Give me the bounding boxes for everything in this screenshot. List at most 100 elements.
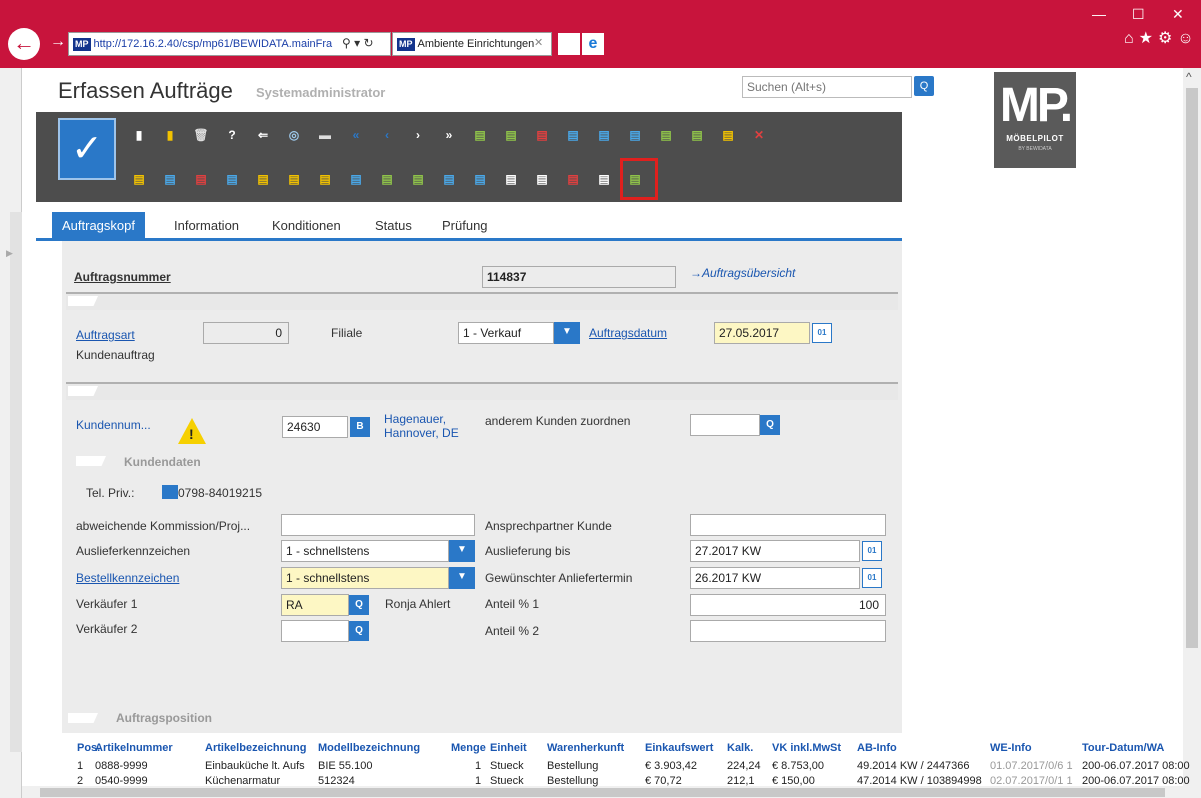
order-date-calendar-icon[interactable]: 01 (812, 323, 832, 343)
column-header[interactable]: AB-Info (857, 742, 897, 754)
search-button[interactable]: Q (914, 76, 934, 96)
column-header[interactable]: Artikelnummer (95, 742, 173, 754)
toolbar-row1-tool-19-icon[interactable]: ▤ (686, 124, 708, 146)
toolbar-row2-tool-14-icon[interactable]: ▤ (531, 168, 553, 190)
toolbar-row2-tool-12-icon[interactable]: ▤ (469, 168, 491, 190)
section-collapse-icon[interactable] (68, 296, 98, 306)
order-flag-select[interactable]: 1 - schnellstens (281, 567, 449, 589)
customer-number-field[interactable]: 24630 (282, 416, 348, 438)
column-header[interactable]: Menge (451, 742, 486, 754)
order-flag-label[interactable]: Bestellkennzeichen (76, 571, 179, 585)
column-header[interactable]: Artikelbezeichnung (205, 742, 306, 754)
toolbar-row2-tool-6-icon[interactable]: ▤ (283, 168, 305, 190)
toolbar-row2-tool-7-icon[interactable]: ▤ (314, 168, 336, 190)
tab-status[interactable]: Status (365, 212, 422, 240)
ie-icon[interactable]: e (582, 33, 604, 55)
toolbar-row1-tool-16-icon[interactable]: ▤ (593, 124, 615, 146)
customer-name[interactable]: Hagenauer, (384, 412, 446, 426)
toolbar-row2-tool-15-icon[interactable]: ▤ (562, 168, 584, 190)
share1-field[interactable]: 100 (690, 594, 886, 616)
search-dropdown-icon[interactable]: ⚲ ▾ ↻ (340, 36, 376, 50)
seller2-field[interactable] (281, 620, 349, 642)
positions-collapse-icon[interactable] (68, 713, 98, 723)
contact-field[interactable] (690, 514, 886, 536)
search-input[interactable] (742, 76, 912, 98)
branch-dropdown-icon[interactable]: ▼ (554, 322, 580, 344)
tab-information[interactable]: Information (164, 212, 249, 240)
desired-date-field[interactable]: 26.2017 KW (690, 567, 860, 589)
order-type-field[interactable]: 0 (203, 322, 289, 344)
customer-b-button[interactable]: B (350, 417, 370, 437)
maximize-icon[interactable]: ☐ (1132, 6, 1145, 23)
column-header[interactable]: Einheit (490, 742, 527, 754)
toolbar-row2-tool-13-icon[interactable]: ▤ (500, 168, 522, 190)
toolbar-row1-tool-7-icon[interactable]: ▬ (314, 124, 336, 146)
commission-field[interactable] (281, 514, 475, 536)
column-header[interactable]: Modellbezeichnung (318, 742, 420, 754)
column-header[interactable]: Einkaufswert (645, 742, 713, 754)
toolbar-row1-tool-15-icon[interactable]: ▤ (562, 124, 584, 146)
toolbar-row1-tool-10-icon[interactable]: › (407, 124, 429, 146)
branch-select[interactable]: 1 - Verkauf (458, 322, 554, 344)
toolbar-row1-tool-4-icon[interactable]: ? (221, 124, 243, 146)
order-date-label[interactable]: Auftragsdatum (589, 326, 667, 340)
side-panel-toggle[interactable] (10, 212, 22, 752)
new-tab-button[interactable] (558, 33, 580, 55)
toolbar-row1-tool-18-icon[interactable]: ▤ (655, 124, 677, 146)
toolbar-row2-tool-9-icon[interactable]: ▤ (376, 168, 398, 190)
seller2-search-button[interactable]: Q (349, 621, 369, 641)
toolbar-row2-tool-10-icon[interactable]: ▤ (407, 168, 429, 190)
toolbar-row1-tool-6-icon[interactable]: ◎ (283, 124, 305, 146)
back-button[interactable]: ← (8, 28, 40, 60)
toolbar-row1-tool-11-icon[interactable]: » (438, 124, 460, 146)
order-date-field[interactable]: 27.05.2017 (714, 322, 810, 344)
toolbar-row1-tool-3-icon[interactable]: 🗑 (190, 124, 212, 146)
hscroll-thumb[interactable] (40, 788, 1165, 797)
tab-close-icon[interactable]: ✕ (534, 36, 543, 49)
toolbar-row1-tool-17-icon[interactable]: ▤ (624, 124, 646, 146)
order-type-label[interactable]: Auftragsart (76, 328, 135, 342)
column-header[interactable]: Warenherkunft (547, 742, 624, 754)
toolbar-row2-tool-1-icon[interactable]: ▤ (128, 168, 150, 190)
seller1-search-button[interactable]: Q (349, 595, 369, 615)
toolbar-row1-tool-14-icon[interactable]: ▤ (531, 124, 553, 146)
column-header[interactable]: WE-Info (990, 742, 1032, 754)
toolbar-row2-tool-4-icon[interactable]: ▤ (221, 168, 243, 190)
browser-tools-icons[interactable]: ⌂★⚙☺ (1124, 28, 1199, 48)
browser-tab[interactable]: MP Ambiente Einrichtungen (392, 32, 552, 56)
toolbar-row1-tool-5-icon[interactable]: ⇐ (252, 124, 274, 146)
delivery-until-field[interactable]: 27.2017 KW (690, 540, 860, 562)
delivery-until-calendar-icon[interactable]: 01 (862, 541, 882, 561)
toolbar-row1-tool-20-icon[interactable]: ▤ (717, 124, 739, 146)
share2-field[interactable] (690, 620, 886, 642)
column-header[interactable]: VK inkl.MwSt (772, 742, 841, 754)
assign-customer-field[interactable] (690, 414, 760, 436)
section-collapse-icon[interactable] (68, 386, 98, 396)
toolbar-row2-tool-8-icon[interactable]: ▤ (345, 168, 367, 190)
delivery-flag-select[interactable]: 1 - schnellstens (281, 540, 449, 562)
seller1-field[interactable]: RA (281, 594, 349, 616)
desired-date-calendar-icon[interactable]: 01 (862, 568, 882, 588)
customer-data-collapse-icon[interactable] (76, 456, 106, 466)
phone-icon[interactable] (162, 485, 178, 499)
toolbar-row1-tool-12-icon[interactable]: ▤ (469, 124, 491, 146)
toolbar-row2-tool-16-icon[interactable]: ▤ (593, 168, 615, 190)
confirm-check-button[interactable]: ✓ (58, 118, 116, 180)
toolbar-row1-tool-8-icon[interactable]: « (345, 124, 367, 146)
toolbar-row2-tool-2-icon[interactable]: ▤ (159, 168, 181, 190)
toolbar-row2-tool-3-icon[interactable]: ▤ (190, 168, 212, 190)
customer-number-label[interactable]: Kundennum... (76, 418, 151, 432)
scrollbar-thumb[interactable] (1186, 88, 1198, 648)
toolbar-row1-tool-1-icon[interactable]: ▮ (128, 124, 150, 146)
side-arrow-icon[interactable]: ▶ (6, 248, 13, 259)
assign-customer-search-button[interactable]: Q (760, 415, 780, 435)
toolbar-row1-tool-9-icon[interactable]: ‹ (376, 124, 398, 146)
minimize-icon[interactable]: — (1092, 6, 1106, 22)
toolbar-row1-tool-13-icon[interactable]: ▤ (500, 124, 522, 146)
tab-auftragskopf[interactable]: Auftragskopf (52, 212, 145, 240)
column-header[interactable]: Tour-Datum/WA (1082, 742, 1164, 754)
customer-city[interactable]: Hannover, DE (384, 426, 459, 440)
order-overview-link[interactable]: →Auftragsübersicht (690, 266, 795, 280)
column-header[interactable]: Kalk. (727, 742, 753, 754)
toolbar-row2-tool-11-icon[interactable]: ▤ (438, 168, 460, 190)
